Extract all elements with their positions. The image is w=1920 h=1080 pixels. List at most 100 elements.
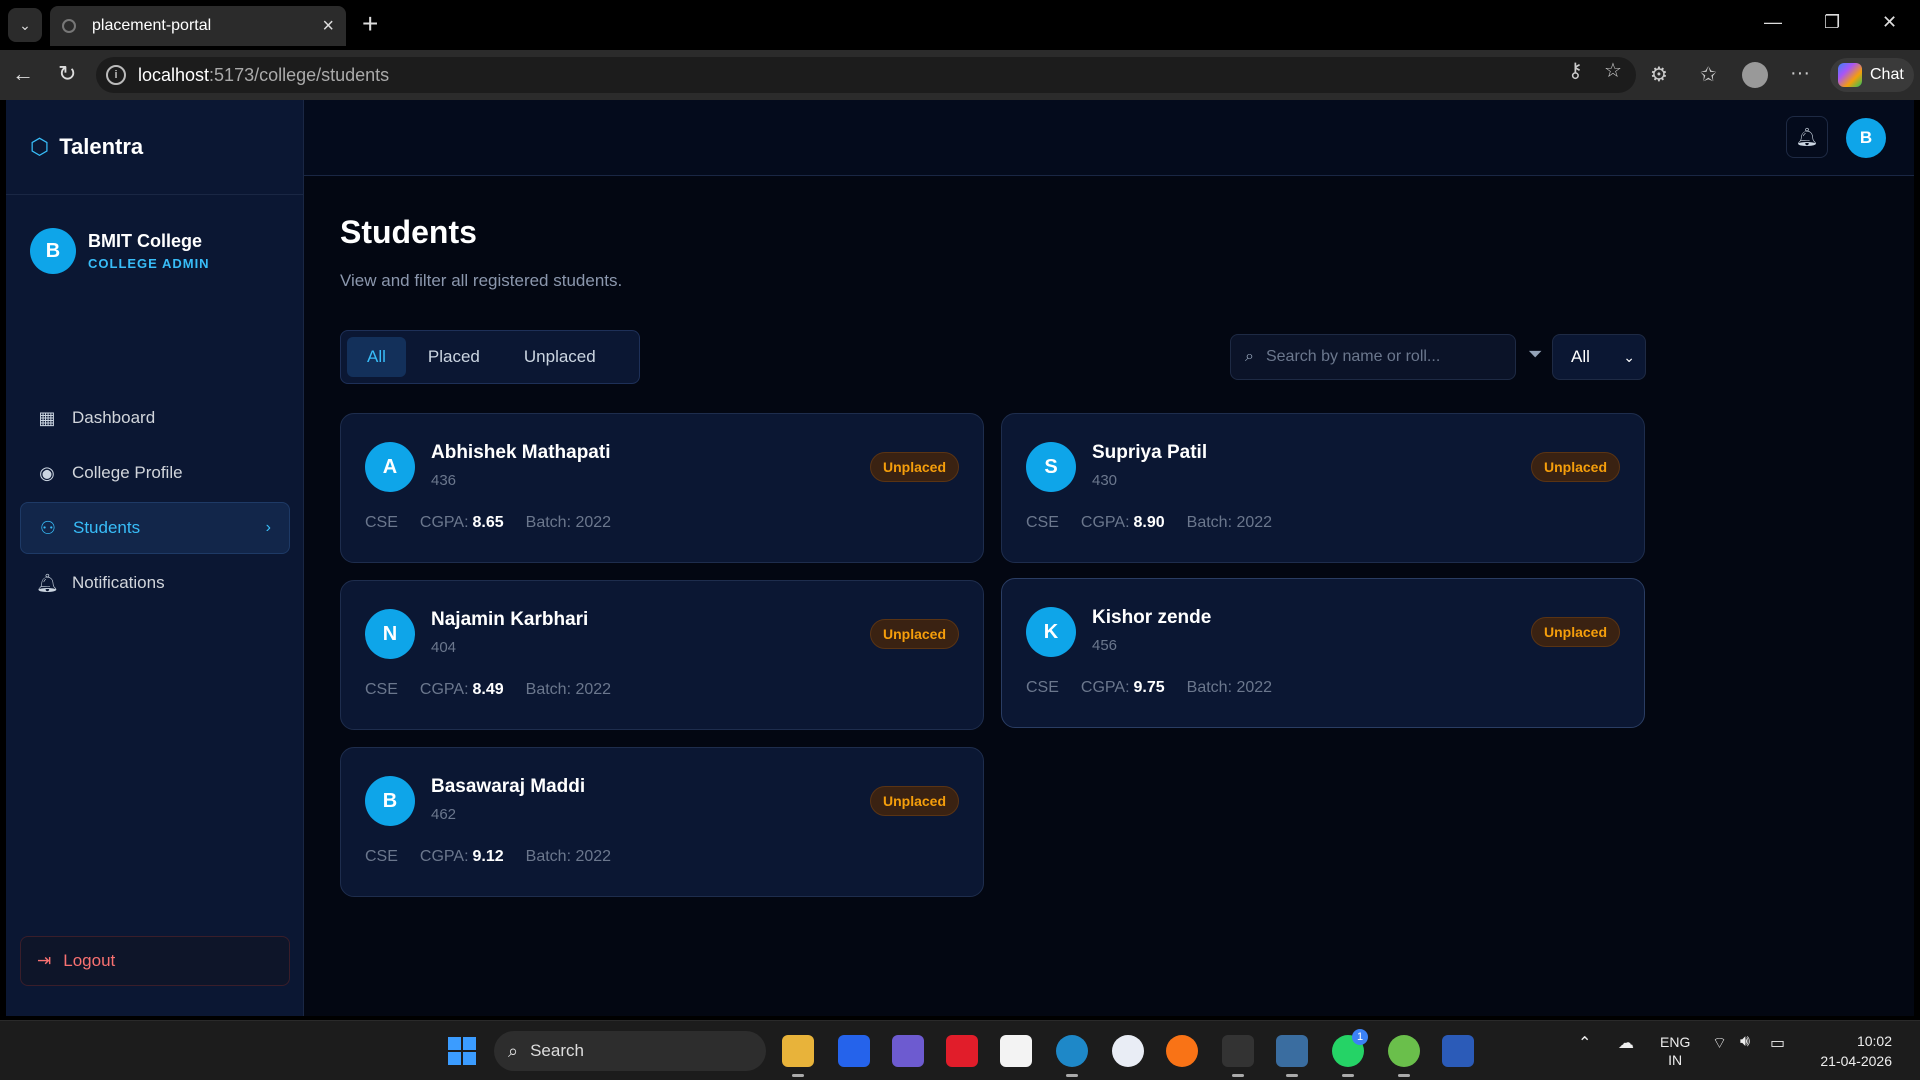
favorite-star-icon[interactable]: ☆: [1604, 58, 1622, 83]
whatsapp-icon[interactable]: 1: [1332, 1029, 1368, 1077]
branch-select[interactable]: All ⌄: [1552, 334, 1646, 380]
hexagon-logo-icon: ⬡: [30, 134, 50, 159]
copilot-chat-button[interactable]: Chat: [1830, 58, 1914, 92]
status-badge: Unplaced: [1530, 617, 1620, 647]
student-branch: CSE: [365, 514, 398, 531]
student-name: Basawaraj Maddi: [431, 776, 586, 797]
brand[interactable]: ⬡ Talentra: [6, 100, 304, 195]
student-card[interactable]: N Najamin Karbhari 404 Unplaced CSE CGPA…: [340, 580, 984, 730]
profile-avatar[interactable]: [1742, 62, 1768, 88]
user-avatar[interactable]: B: [1846, 118, 1886, 158]
sidebar-item-notifications[interactable]: 🔔︎ Notifications: [20, 557, 290, 609]
student-avatar: N: [365, 609, 415, 659]
onedrive-cloud-icon[interactable]: ☁: [1618, 1033, 1634, 1053]
back-icon[interactable]: ←: [12, 62, 34, 86]
cgpa-label: CGPA:: [419, 681, 469, 698]
student-card[interactable]: A Abhishek Mathapati 436 Unplaced CSE CG…: [340, 413, 984, 563]
student-meta: CSE CGPA: 9.75 Batch: 2022: [1026, 679, 1294, 697]
close-tab-icon[interactable]: ×: [322, 15, 334, 38]
app-icon[interactable]: [1276, 1035, 1308, 1077]
edge-browser-icon[interactable]: [1056, 1035, 1088, 1077]
tab-favicon-icon: [62, 19, 76, 33]
sidebar-item-label: Dashboard: [72, 408, 156, 427]
logout-button[interactable]: ⇥ Logout: [20, 936, 290, 986]
key-icon[interactable]: ⚷: [1568, 58, 1583, 83]
app-icon[interactable]: [1112, 1035, 1144, 1067]
tab-all[interactable]: All: [347, 337, 406, 377]
windows-start-icon[interactable]: [448, 1037, 476, 1065]
student-roll: 436: [431, 472, 457, 489]
student-branch: CSE: [365, 848, 398, 865]
restore-icon[interactable]: ❐: [1824, 12, 1840, 33]
student-meta: CSE CGPA: 8.90 Batch: 2022: [1026, 514, 1294, 532]
favorites-icon[interactable]: ✩: [1700, 62, 1717, 87]
app-icon[interactable]: [1166, 1035, 1198, 1067]
student-avatar: B: [365, 776, 415, 826]
app-icon[interactable]: [838, 1035, 870, 1067]
date: 21-04-2026: [1820, 1053, 1892, 1069]
close-window-icon[interactable]: ✕: [1882, 12, 1897, 33]
new-tab-button[interactable]: +: [362, 10, 378, 38]
student-card[interactable]: S Supriya Patil 430 Unplaced CSE CGPA: 8.…: [1001, 413, 1645, 563]
tab-title: placement-portal: [92, 17, 212, 34]
file-explorer-icon[interactable]: [782, 1035, 814, 1077]
minimize-icon[interactable]: —: [1764, 12, 1782, 33]
browser-tab[interactable]: placement-portal ×: [50, 6, 346, 46]
sidebar-item-college-profile[interactable]: ◉ College Profile: [20, 447, 290, 499]
sidebar-item-students[interactable]: ⚇ Students ›: [20, 502, 290, 554]
word-icon[interactable]: [1442, 1035, 1474, 1067]
terminal-icon[interactable]: [1222, 1035, 1254, 1077]
student-card[interactable]: B Basawaraj Maddi 462 Unplaced CSE CGPA:…: [340, 747, 984, 897]
grid-icon: ▦: [38, 407, 56, 428]
search-input[interactable]: [1265, 348, 1496, 366]
student-batch: Batch: 2022: [1186, 679, 1273, 696]
copilot-icon: [1838, 63, 1862, 87]
student-avatar: K: [1026, 607, 1076, 657]
student-branch: CSE: [365, 681, 398, 698]
student-batch: Batch: 2022: [525, 514, 612, 531]
taskbar-search-label: Search: [530, 1041, 584, 1060]
battery-icon[interactable]: ▭: [1770, 1033, 1785, 1053]
bell-icon: 🔔︎: [36, 572, 59, 593]
student-batch: Batch: 2022: [1186, 514, 1273, 531]
url-host: localhost: [138, 64, 210, 85]
student-roll: 462: [431, 806, 457, 823]
language-top: ENG: [1660, 1034, 1691, 1050]
student-meta: CSE CGPA: 8.49 Batch: 2022: [365, 681, 633, 699]
taskbar-search[interactable]: ⌕ Search: [494, 1031, 766, 1071]
app-icon[interactable]: [1388, 1035, 1420, 1077]
volume-icon[interactable]: 🔊︎: [1740, 1033, 1750, 1051]
student-name: Kishor zende: [1092, 607, 1212, 628]
youtube-icon[interactable]: [946, 1035, 978, 1067]
logout-icon: ⇥: [37, 951, 52, 970]
reload-icon[interactable]: ↻: [58, 62, 76, 86]
student-cgpa: CGPA: 9.75: [1081, 679, 1165, 697]
site-info-icon[interactable]: i: [106, 65, 126, 85]
notifications-button[interactable]: 🔔︎: [1786, 116, 1828, 158]
store-icon[interactable]: [1000, 1035, 1032, 1067]
student-branch: CSE: [1026, 679, 1059, 696]
cgpa-value: 8.65: [472, 514, 504, 531]
tab-actions-button[interactable]: ⌄: [8, 8, 42, 42]
chat-label: Chat: [1870, 66, 1904, 83]
college-avatar: B: [30, 228, 76, 274]
tab-unplaced[interactable]: Unplaced: [502, 337, 618, 377]
status-badge: Unplaced: [869, 786, 959, 816]
tray-chevron-up-icon[interactable]: ⌃: [1578, 1033, 1591, 1053]
page-title: Students: [340, 214, 477, 250]
sidebar-item-dashboard[interactable]: ▦ Dashboard: [20, 392, 290, 444]
college-card: B BMIT College COLLEGE ADMIN: [30, 228, 210, 274]
language-indicator[interactable]: ENG IN: [1660, 1033, 1690, 1069]
address-bar[interactable]: i localhost:5173/college/students: [96, 57, 1636, 93]
app-icon[interactable]: [892, 1035, 924, 1067]
student-card[interactable]: K Kishor zende 456 Unplaced CSE CGPA: 9.7…: [1001, 578, 1645, 728]
more-menu-icon[interactable]: ···: [1790, 62, 1810, 85]
tab-placed[interactable]: Placed: [406, 337, 502, 377]
extensions-icon[interactable]: ⚙: [1650, 62, 1668, 87]
clock[interactable]: 10:02 21-04-2026: [1808, 1031, 1892, 1071]
wifi-icon[interactable]: ⌔: [1712, 1033, 1727, 1053]
app: ⬡ Talentra B BMIT College COLLEGE ADMIN …: [6, 100, 1914, 1016]
student-cgpa: CGPA: 8.90: [1081, 514, 1165, 532]
brand-name: Talentra: [59, 134, 144, 159]
branch-select-value: All: [1571, 347, 1590, 366]
